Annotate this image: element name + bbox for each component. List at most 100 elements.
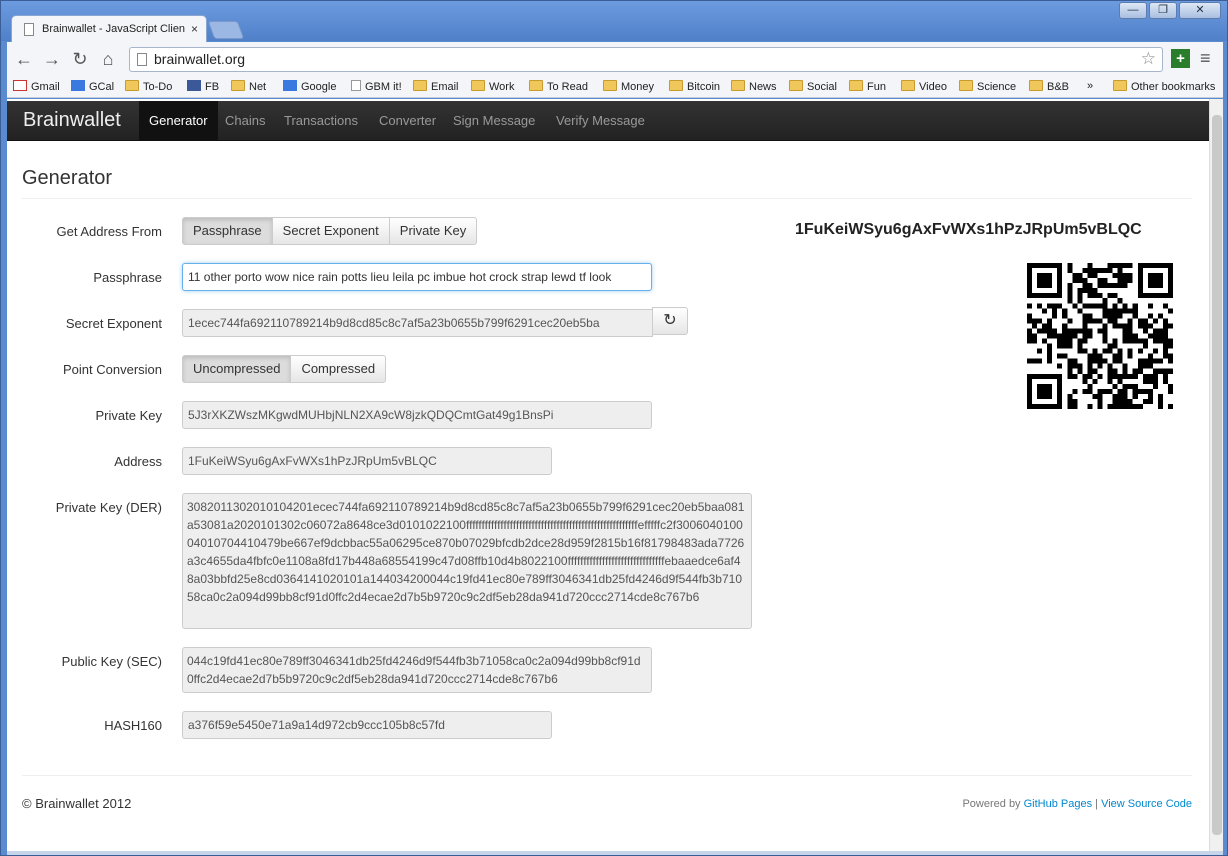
tab-title: Brainwallet - JavaScript Clien bbox=[42, 23, 186, 35]
site-navbar: Brainwallet Generator Chains Transaction… bbox=[7, 101, 1209, 141]
passphrase-label: Passphrase bbox=[93, 270, 162, 285]
bookmark-fb[interactable]: FB bbox=[187, 80, 219, 93]
minimize-button[interactable]: — bbox=[1119, 2, 1147, 19]
browser-toolbar: ← → ↻ ⌂ brainwallet.org ☆ + ≡ bbox=[7, 42, 1223, 76]
hash160-input[interactable]: a376f59e5450e71a9a14d972cb9ccc105b8c57fd bbox=[182, 711, 552, 739]
bookmark-label: Other bookmarks bbox=[1131, 81, 1216, 93]
bookmark-label: GCal bbox=[89, 81, 115, 93]
fb-icon bbox=[187, 80, 201, 91]
bookmark-science[interactable]: Science bbox=[959, 80, 1016, 93]
page-viewport: Brainwallet Generator Chains Transaction… bbox=[7, 99, 1209, 851]
bookmark-label: Email bbox=[431, 81, 459, 93]
back-button[interactable]: ← bbox=[13, 48, 35, 70]
nav-transactions[interactable]: Transactions bbox=[284, 101, 358, 141]
page-title: Generator bbox=[22, 167, 113, 189]
url-text: brainwallet.org bbox=[154, 51, 246, 67]
bookmark-bitcoin[interactable]: Bitcoin bbox=[669, 80, 720, 93]
bookmark-label: Social bbox=[807, 81, 837, 93]
compressed-button[interactable]: Compressed bbox=[290, 355, 387, 383]
nav-converter[interactable]: Converter bbox=[379, 101, 436, 141]
bookmark-to-read[interactable]: To Read bbox=[529, 80, 588, 93]
pubkey-textarea[interactable]: 044c19fd41ec80e789ff3046341db25fd4246d9f… bbox=[182, 647, 652, 693]
doc-icon bbox=[351, 80, 361, 91]
folder-icon bbox=[959, 80, 973, 91]
folder-icon bbox=[231, 80, 245, 91]
bookmark-email[interactable]: Email bbox=[413, 80, 459, 93]
folder-icon bbox=[901, 80, 915, 91]
refresh-icon[interactable]: ↻ bbox=[652, 307, 688, 335]
browser-tab[interactable]: Brainwallet - JavaScript Clien × bbox=[11, 15, 207, 43]
bookmark-social[interactable]: Social bbox=[789, 80, 837, 93]
bookmark-b-b[interactable]: B&B bbox=[1029, 80, 1069, 93]
bookmark-gbm-it[interactable]: GBM it! bbox=[351, 80, 402, 93]
bookmark-news[interactable]: News bbox=[731, 80, 777, 93]
bookmark-label: Fun bbox=[867, 81, 886, 93]
nav-verify-message[interactable]: Verify Message bbox=[556, 101, 645, 141]
menu-icon[interactable]: ≡ bbox=[1200, 48, 1211, 69]
folder-icon bbox=[529, 80, 543, 91]
passphrase-option-button[interactable]: Passphrase bbox=[182, 217, 273, 245]
title-bar: Brainwallet - JavaScript Clien × — ❐ ✕ bbox=[1, 1, 1227, 43]
extension-plus-icon[interactable]: + bbox=[1171, 49, 1190, 68]
nav-generator[interactable]: Generator bbox=[139, 101, 218, 141]
browser-window: Brainwallet - JavaScript Clien × — ❐ ✕ ←… bbox=[0, 0, 1228, 856]
der-textarea[interactable]: 3082011302010104201ecec744fa692110789214… bbox=[182, 493, 752, 629]
folder-icon bbox=[731, 80, 745, 91]
github-pages-link[interactable]: GitHub Pages bbox=[1024, 798, 1092, 810]
bookmark-google[interactable]: Google bbox=[283, 80, 336, 93]
qr-finder-pattern bbox=[1027, 373, 1063, 409]
bookmark-label: Video bbox=[919, 81, 947, 93]
private-key-option-button[interactable]: Private Key bbox=[388, 217, 478, 245]
bookmark-money[interactable]: Money bbox=[603, 80, 654, 93]
nav-chains[interactable]: Chains bbox=[225, 101, 265, 141]
new-tab-button[interactable] bbox=[207, 21, 245, 39]
bookmark-gmail[interactable]: Gmail bbox=[13, 80, 60, 93]
gmail-icon bbox=[13, 80, 27, 91]
bookmark-to-do[interactable]: To-Do bbox=[125, 80, 172, 93]
bookmarks-bar: B&B Science Video Fun Social News Bitcoin Money… bbox=[7, 76, 1223, 98]
secret-exponent-option-button[interactable]: Secret Exponent bbox=[271, 217, 390, 245]
bookmark-label: To-Do bbox=[143, 81, 173, 93]
folder-icon bbox=[789, 80, 803, 91]
bookmark-video[interactable]: Video bbox=[901, 80, 947, 93]
footer-divider bbox=[22, 775, 1192, 776]
close-window-button[interactable]: ✕ bbox=[1179, 2, 1221, 19]
home-button[interactable]: ⌂ bbox=[97, 48, 119, 70]
reload-button[interactable]: ↻ bbox=[69, 48, 91, 70]
bookmarks-overflow-button[interactable]: » bbox=[1087, 80, 1093, 92]
scroll-thumb[interactable] bbox=[1212, 115, 1222, 835]
nav-sign-message[interactable]: Sign Message bbox=[453, 101, 535, 141]
other-bookmarks-folder[interactable]: Other bookmarks bbox=[1113, 80, 1215, 93]
bookmark-work[interactable]: Work bbox=[471, 80, 514, 93]
der-label: Private Key (DER) bbox=[55, 500, 162, 515]
tab-close-icon[interactable]: × bbox=[191, 22, 198, 36]
bookmark-fun[interactable]: Fun bbox=[849, 80, 886, 93]
separator: | bbox=[1095, 798, 1099, 810]
folder-icon bbox=[1113, 80, 1127, 91]
secret-exponent-label: Secret Exponent bbox=[65, 316, 162, 331]
bookmark-label: GBM it! bbox=[365, 81, 402, 93]
bookmark-label: Bitcoin bbox=[687, 81, 721, 93]
address-bar[interactable]: brainwallet.org ☆ bbox=[129, 47, 1163, 72]
bookmark-star-icon[interactable]: ☆ bbox=[1141, 49, 1156, 69]
folder-icon bbox=[1029, 80, 1043, 91]
maximize-button[interactable]: ❐ bbox=[1149, 2, 1177, 19]
google-icon bbox=[283, 80, 297, 91]
hash160-label: HASH160 bbox=[104, 718, 162, 733]
passphrase-input[interactable]: 11 other porto wow nice rain potts lieu … bbox=[182, 263, 652, 291]
brand-logo[interactable]: Brainwallet bbox=[23, 109, 121, 132]
folder-icon bbox=[413, 80, 427, 91]
bookmark-net[interactable]: Net bbox=[231, 80, 266, 93]
uncompressed-button[interactable]: Uncompressed bbox=[182, 355, 292, 383]
page-icon bbox=[137, 53, 147, 66]
view-source-link[interactable]: View Source Code bbox=[1101, 798, 1192, 810]
secret-exponent-input[interactable]: 1ecec744fa692110789214b9d8cd85c8c7af5a23… bbox=[182, 309, 653, 337]
copyright: © Brainwallet 2012 bbox=[22, 796, 132, 811]
address-input[interactable]: 1FuKeiWSyu6gAxFvWXs1hPzJRpUm5vBLQC bbox=[182, 447, 552, 475]
page-icon bbox=[24, 23, 34, 36]
bookmark-gcal[interactable]: GCal bbox=[71, 80, 114, 93]
bookmark-label: Work bbox=[489, 81, 515, 93]
vertical-scrollbar[interactable] bbox=[1209, 99, 1223, 851]
private-key-input[interactable]: 5J3rXKZWszMKgwdMUHbjNLN2XA9cW8jzkQDQCmtG… bbox=[182, 401, 652, 429]
forward-button[interactable]: → bbox=[41, 48, 63, 70]
